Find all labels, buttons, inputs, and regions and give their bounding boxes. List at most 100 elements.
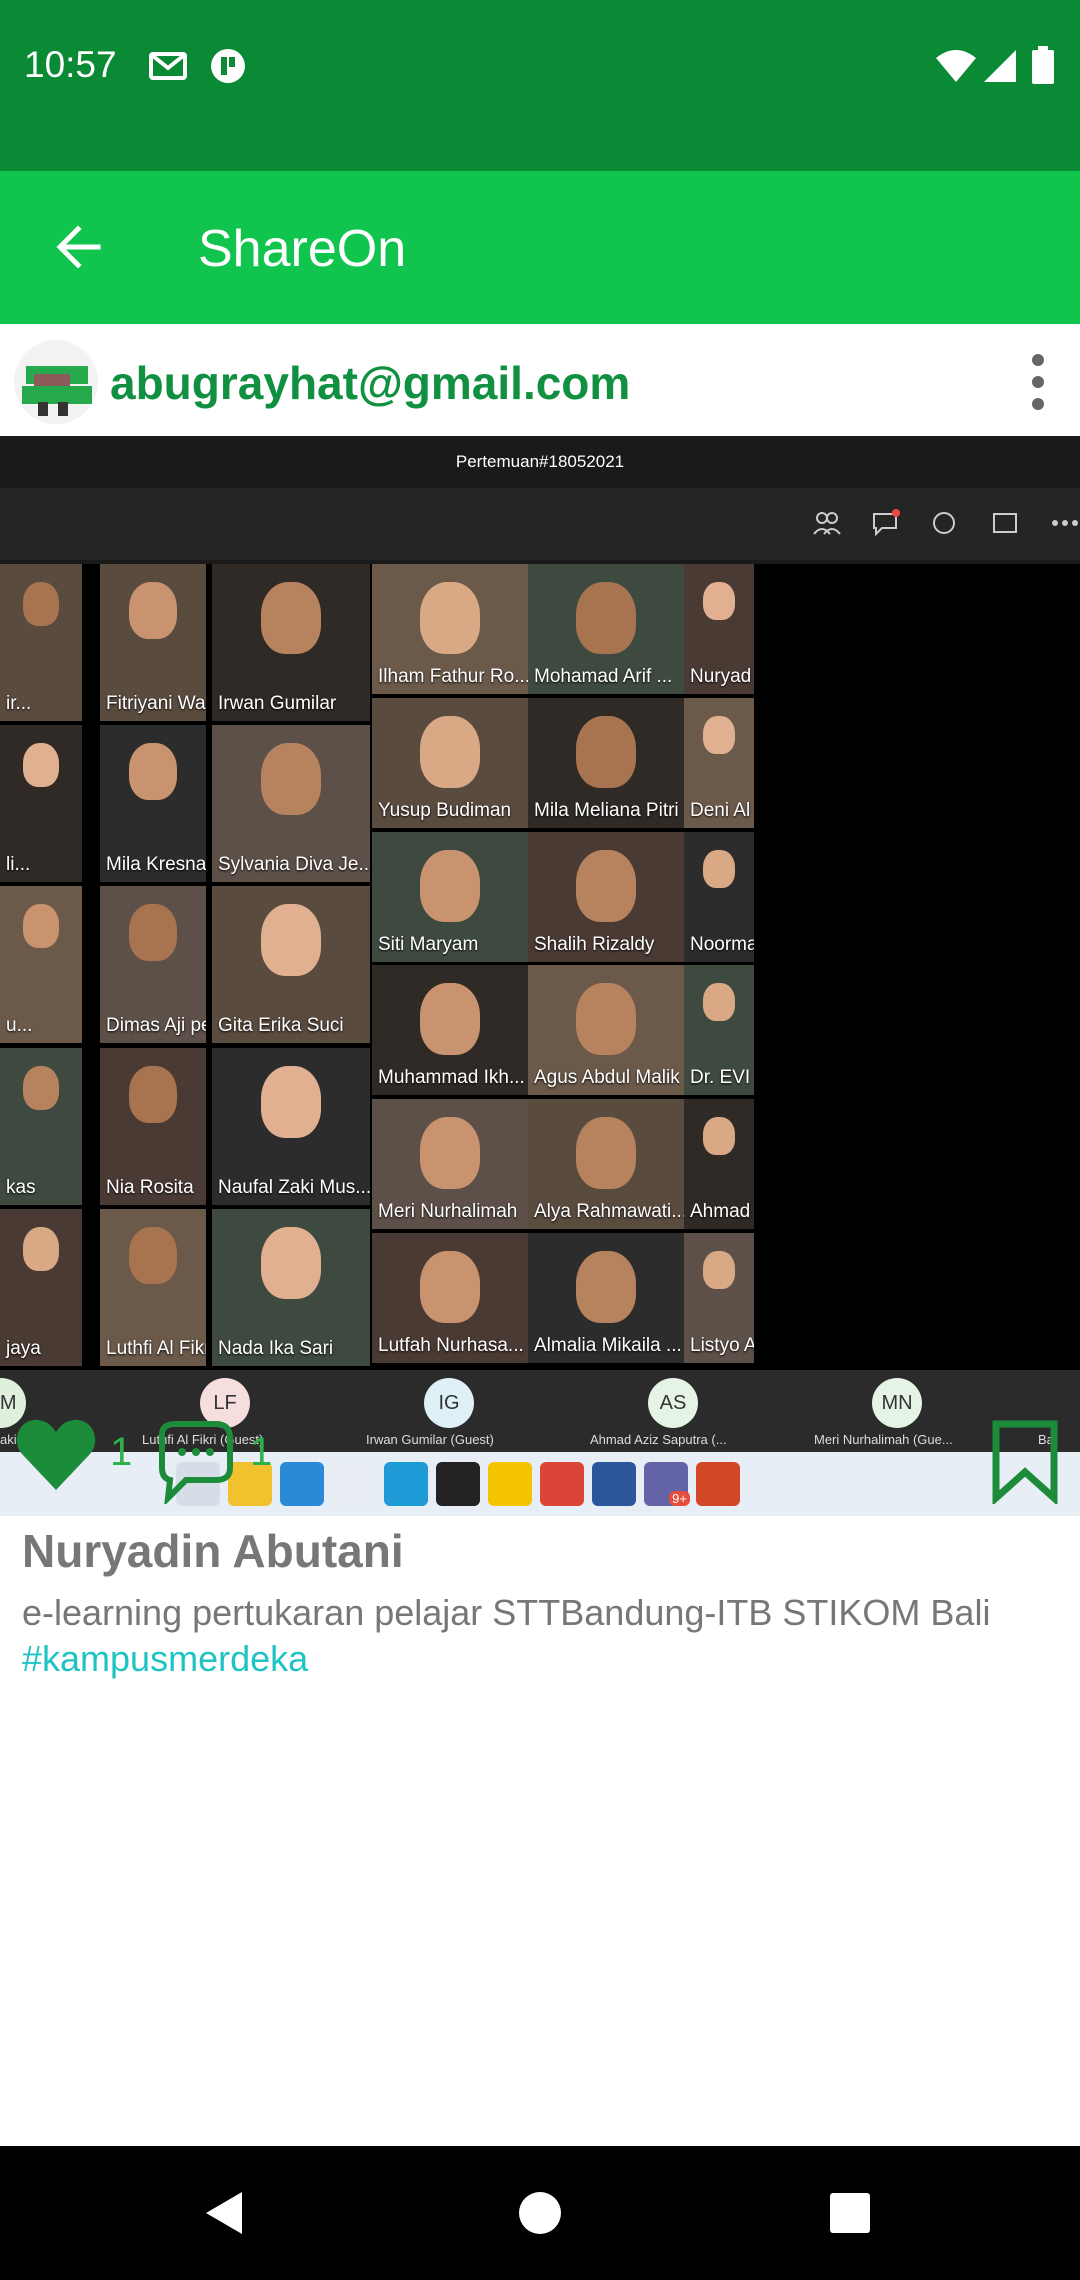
- participant-video: [703, 983, 735, 1021]
- participant-chip-name: Meri Nurhalimah (Gue...: [814, 1432, 953, 1447]
- comment-icon[interactable]: [152, 1418, 240, 1504]
- participant-tile: Siti Maryam: [372, 832, 528, 962]
- participant-video: [22, 904, 60, 949]
- participant-name: Meri Nurhalimah: [378, 1201, 518, 1222]
- participant-video: [22, 582, 60, 627]
- participant-tile: Mohamad Arif ...: [528, 564, 684, 694]
- participant-name: Deni Al: [690, 800, 751, 821]
- participant-tile: jaya: [0, 1209, 82, 1366]
- participant-video: [129, 1227, 177, 1285]
- post-hashtag[interactable]: #kampusmerdeka: [22, 1636, 1062, 1682]
- participant-tile: Almalia Mikaila ...: [528, 1233, 684, 1363]
- participant-name: li...: [6, 854, 31, 875]
- gmail-notification-icon: [149, 52, 187, 80]
- nav-home-icon[interactable]: [505, 2178, 575, 2248]
- post-image[interactable]: Pertemuan#18052021 Fitriyani Wana L... Ir…: [0, 436, 1080, 1516]
- participant-tile: Ahmad: [684, 1099, 754, 1229]
- participant-name: Fitriyani Wana L...: [106, 693, 206, 714]
- participant-tile: u...: [0, 886, 82, 1043]
- post-caption: e-learning pertukaran pelajar STTBandung…: [22, 1592, 991, 1633]
- teams-app-icon: 9+: [644, 1462, 690, 1506]
- participant-video: [576, 850, 636, 922]
- more-vert-icon[interactable]: [1018, 350, 1058, 414]
- participant-video: [261, 743, 321, 815]
- post-body: Nuryadin Abutani e-learning pertukaran p…: [22, 1524, 1062, 1682]
- participant-name: Gita Erika Suci: [218, 1015, 344, 1036]
- app-notification-icon: [211, 49, 245, 83]
- participant-video: [129, 904, 177, 962]
- participant-name: Dr. EVI: [690, 1067, 751, 1088]
- participant-name: Listyo A: [690, 1335, 754, 1356]
- participant-video: [129, 582, 177, 640]
- post-header: abugrayhat@gmail.com: [0, 324, 1080, 436]
- participant-initials: MN: [872, 1378, 922, 1428]
- participant-name: ir...: [6, 693, 32, 714]
- participant-tile: Meri Nurhalimah: [372, 1099, 528, 1229]
- participant-video: [576, 1251, 636, 1323]
- more-horiz-icon: [1052, 520, 1078, 526]
- participant-name: Muhammad Ikh...: [378, 1067, 525, 1088]
- participant-video: [703, 716, 735, 754]
- status-time: 10:57: [24, 44, 117, 85]
- back-arrow-icon[interactable]: [50, 217, 110, 277]
- bookmark-icon[interactable]: [988, 1418, 1062, 1504]
- participant-name: Naufal Zaki Mus...: [218, 1177, 370, 1198]
- participant-name: Agus Abdul Malik: [534, 1067, 680, 1088]
- battery-icon: [1032, 46, 1054, 84]
- participant-tile: Agus Abdul Malik: [528, 965, 684, 1095]
- participant-video: [420, 716, 480, 788]
- participant-name: Ilham Fathur Ro...: [378, 666, 528, 687]
- comment-count: 1: [250, 1430, 273, 1474]
- participant-tile: Mila Kresna Peb...: [100, 725, 206, 882]
- participant-video: [420, 850, 480, 922]
- participant-video: [703, 850, 735, 888]
- mail-app-icon: [280, 1462, 324, 1506]
- participant-grid: Fitriyani Wana L... Irwan Gumilar Ilham Fa…: [0, 564, 1080, 1370]
- photos-app-icon: [332, 1462, 376, 1506]
- app-bar: ShareOn: [0, 171, 1080, 324]
- participant-tile: Nia Rosita: [100, 1048, 206, 1205]
- participant-tile: Gita Erika Suci: [212, 886, 370, 1043]
- participant-initials: IG: [424, 1378, 474, 1428]
- participant-initials: AS: [648, 1378, 698, 1428]
- participant-chip-name: Ahmad Aziz Saputra (...: [590, 1432, 727, 1447]
- heart-icon[interactable]: [14, 1412, 98, 1496]
- reactions-icon: [933, 512, 955, 534]
- system-nav-bar: [0, 2146, 1080, 2280]
- participant-tile: Dimas Aji permadi: [100, 886, 206, 1043]
- participant-video: [129, 1066, 177, 1124]
- participant-tile: Nuryad: [684, 564, 754, 694]
- participant-name: Nada Ika Sari: [218, 1338, 334, 1359]
- participant-name: Mila Meliana Pitri: [534, 800, 679, 821]
- participant-tile: Shalih Rizaldy: [528, 832, 684, 962]
- sticky-notes-icon: [488, 1462, 532, 1506]
- participant-video: [261, 904, 321, 976]
- participant-tile: ir...: [0, 564, 82, 721]
- participant-video: [261, 1227, 321, 1299]
- user-avatar[interactable]: [14, 340, 98, 424]
- participant-name: u...: [6, 1015, 33, 1036]
- word-app-icon: [592, 1462, 636, 1506]
- participant-video: [129, 743, 177, 801]
- participant-video: [420, 1117, 480, 1189]
- participant-video: [576, 983, 636, 1055]
- user-email[interactable]: abugrayhat@gmail.com: [110, 356, 630, 410]
- chat-icon: [873, 509, 900, 537]
- participant-tile: Dr. EVI: [684, 965, 754, 1095]
- cell-signal-icon: [984, 50, 1016, 82]
- participant-name: Dimas Aji permadi: [106, 1015, 206, 1036]
- participant-tile: Deni Al: [684, 698, 754, 828]
- participant-video: [703, 1117, 735, 1155]
- participant-name: Almalia Mikaila ...: [534, 1335, 682, 1356]
- participant-tile: Sylvania Diva Je...: [212, 725, 370, 882]
- participant-name: kas: [6, 1177, 36, 1198]
- nav-recents-icon[interactable]: [815, 2178, 885, 2248]
- participant-video: [576, 1117, 636, 1189]
- post-author[interactable]: Nuryadin Abutani: [22, 1524, 1062, 1578]
- participant-video: [420, 582, 480, 654]
- teams-badge: 9+: [669, 1491, 690, 1506]
- participant-name: jaya: [6, 1338, 41, 1359]
- participant-name: Mila Kresna Peb...: [106, 854, 206, 875]
- nav-back-icon[interactable]: [190, 2178, 260, 2248]
- participant-video: [261, 1066, 321, 1138]
